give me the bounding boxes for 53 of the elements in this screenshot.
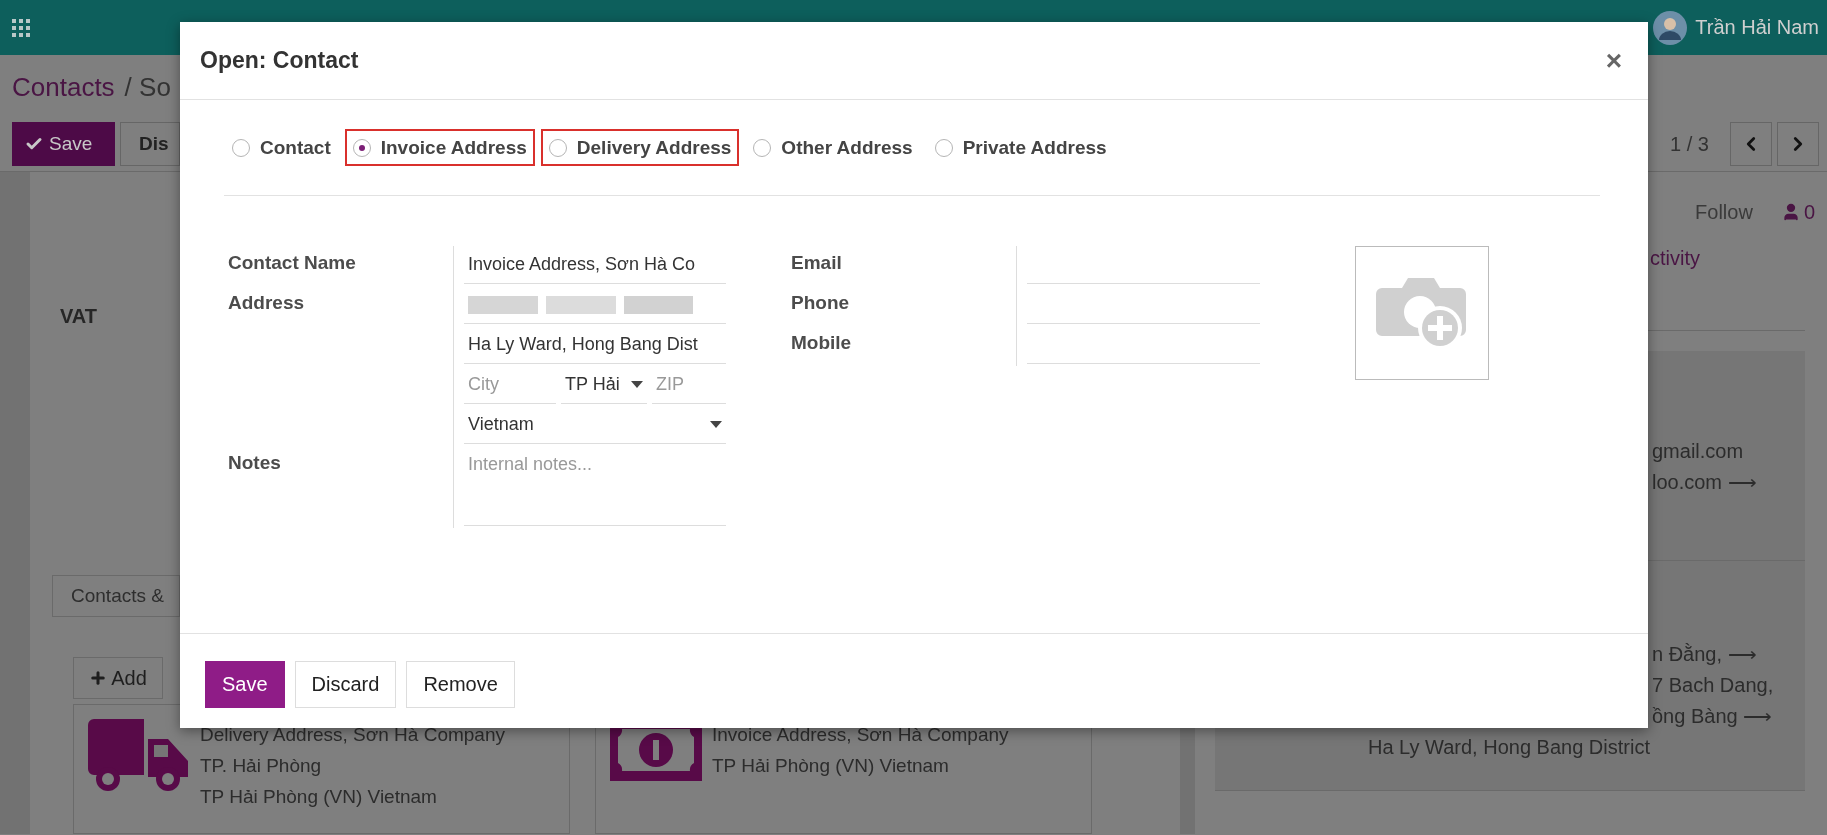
- field-label: Email: [791, 251, 843, 275]
- card-text: TP Hải Phòng (VN) Vietnam: [200, 785, 438, 809]
- avatar-icon[interactable]: [1653, 10, 1688, 45]
- form-discard-button[interactable]: Dis: [120, 122, 180, 166]
- breadcrumb-current: / So: [124, 72, 171, 103]
- previous-button[interactable]: [1730, 122, 1772, 166]
- image-upload[interactable]: [1355, 246, 1489, 380]
- message-text: gmail.com: [1652, 439, 1744, 464]
- select-field[interactable]: Vietnam: [464, 406, 726, 444]
- message-text: n Đằng, ⟶: [1652, 642, 1757, 667]
- breadcrumb-link[interactable]: Contacts: [12, 72, 115, 103]
- plus-icon: [89, 669, 108, 688]
- radio-option[interactable]: Contact: [224, 129, 339, 166]
- user-name[interactable]: Trần Hải Nam: [1695, 16, 1819, 39]
- dialog-button[interactable]: Discard: [294, 661, 397, 708]
- radio-label[interactable]: Other Address: [781, 136, 913, 159]
- radio-label[interactable]: Delivery Address: [576, 136, 732, 159]
- caret-icon: [710, 421, 722, 428]
- close-button[interactable]: ×: [1601, 44, 1626, 77]
- activity-link[interactable]: ctivity: [1650, 247, 1815, 270]
- field-label: Address: [228, 291, 306, 315]
- form-save-button[interactable]: Save: [12, 122, 115, 166]
- field-label: Mobile: [791, 331, 853, 355]
- input-field[interactable]: Invoice Address, Sơn Hà Co: [464, 246, 726, 284]
- message-text: ồng Bàng ⟶: [1652, 704, 1773, 729]
- radio-label[interactable]: Contact: [260, 136, 331, 159]
- message-text: 7 Bach Dang,: [1652, 673, 1774, 698]
- dialog-title: Open: Contact: [200, 47, 359, 74]
- message-text: Ha Ly Ward, Hong Bang District: [1368, 735, 1650, 760]
- apps-grid-icon[interactable]: [12, 18, 30, 37]
- pager-value: 1 / 3: [1670, 132, 1709, 156]
- card-text: Delivery Address, Sơn Hà Company: [200, 723, 505, 747]
- truck-icon: [88, 719, 190, 793]
- field-label: VAT: [60, 304, 98, 329]
- radio-label[interactable]: Private Address: [962, 136, 1107, 159]
- input-field[interactable]: Ha Ly Ward, Hong Bang Dist: [464, 326, 726, 364]
- field-label: Contact Name: [228, 251, 357, 275]
- field-label: Notes: [228, 451, 282, 475]
- select-field[interactable]: TP Hải: [561, 366, 647, 404]
- field-label: Phone: [791, 291, 851, 315]
- caret-icon: [631, 381, 643, 388]
- dialog-button[interactable]: Save: [205, 661, 285, 708]
- radio-label[interactable]: Invoice Address: [380, 136, 527, 159]
- radio-option[interactable]: Other Address: [745, 129, 921, 166]
- card-text: TP. Hải Phòng: [200, 754, 323, 778]
- radio-option[interactable]: Private Address: [926, 129, 1115, 166]
- card-text: TP Hải Phòng (VN) Vietnam: [712, 754, 950, 778]
- card-text: Invoice Address, Sơn Hà Company: [712, 723, 1009, 747]
- followers-button[interactable]: 0: [1780, 200, 1815, 224]
- next-button[interactable]: [1777, 122, 1819, 166]
- add-button[interactable]: Add: [73, 657, 163, 699]
- message-text: loo.com ⟶: [1652, 470, 1757, 495]
- dialog-button[interactable]: Remove: [406, 661, 515, 708]
